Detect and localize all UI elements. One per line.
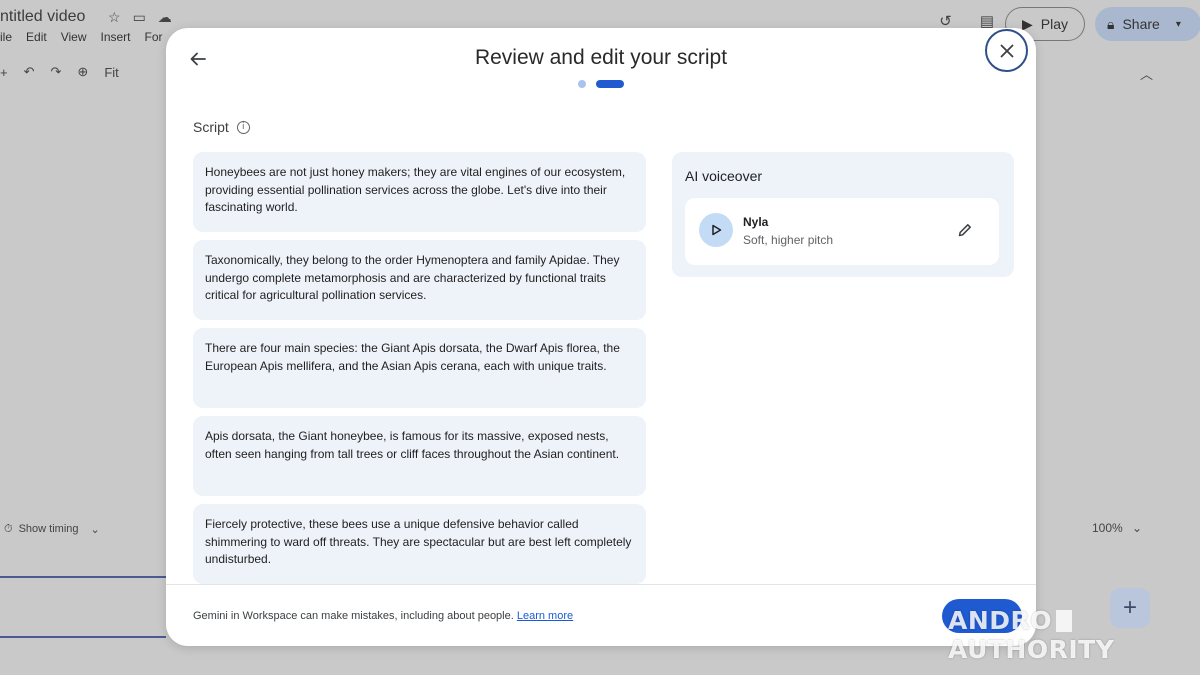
edit-voice-button[interactable] — [957, 222, 975, 240]
pencil-icon — [958, 224, 971, 237]
menu-bar: ile Edit View Insert For — [0, 30, 163, 44]
zoom-fit-label: Fit — [104, 64, 119, 80]
lock-icon: 🔒︎ — [1107, 15, 1115, 32]
zoom-icon: ⊕ — [77, 64, 89, 79]
add-icon: + — [0, 64, 8, 80]
ai-voiceover-panel: AI voiceover Nyla Soft, higher pitch — [672, 152, 1014, 277]
play-icon — [712, 224, 722, 236]
script-section-label: Script i — [193, 119, 250, 135]
timeline-track — [0, 576, 166, 578]
editor-toolbar: + ↶ ↷ ⊕ Fit — [0, 64, 119, 80]
undo-icon: ↶ — [23, 64, 35, 79]
info-icon[interactable]: i — [236, 120, 250, 134]
step-2-indicator-active — [596, 80, 624, 88]
menu-insert: Insert — [100, 30, 131, 44]
chevron-up-icon: ︿ — [1140, 67, 1154, 82]
show-timing-toggle: ⏱ Show timing ⌄ — [4, 522, 100, 536]
step-indicator — [578, 80, 624, 88]
voiceover-title: AI voiceover — [685, 168, 763, 184]
ai-disclaimer: Gemini in Workspace can make mistakes, i… — [193, 610, 574, 622]
script-paragraph[interactable]: There are four main species: the Giant A… — [193, 328, 646, 408]
script-paragraph[interactable]: Apis dorsata, the Giant honeybee, is fam… — [193, 416, 646, 496]
dialog-title: Review and edit your script — [474, 46, 728, 69]
voice-option-card: Nyla Soft, higher pitch — [685, 198, 999, 265]
document-title: ntitled video — [0, 8, 86, 25]
menu-format: For — [144, 30, 163, 44]
redo-icon: ↷ — [50, 64, 62, 79]
timing-icon: ⏱ — [4, 522, 13, 535]
voice-name: Nyla — [743, 215, 769, 229]
timeline-track — [0, 636, 166, 638]
script-paragraph[interactable]: Honeybees are not just honey makers; the… — [193, 152, 646, 232]
star-icon: ☆ — [108, 9, 121, 25]
chevron-down-icon: ⌄ — [1132, 521, 1143, 535]
chevron-down-icon: ▾ — [1175, 18, 1181, 30]
chevron-down-icon: ⌄ — [90, 523, 100, 536]
timeline-zoom: 100% ⌄ — [1092, 521, 1143, 535]
learn-more-link[interactable]: Learn more — [517, 610, 573, 622]
watermark: ANDROAUTHORITY — [948, 606, 1115, 664]
share-button: 🔒︎ Share ▾ — [1095, 7, 1200, 41]
menu-edit: Edit — [26, 30, 47, 44]
voice-preview-button[interactable] — [699, 213, 733, 247]
script-paragraph[interactable]: Taxonomically, they belong to the order … — [193, 240, 646, 320]
review-script-dialog: Review and edit your script Script i Hon… — [166, 28, 1036, 646]
folder-icon: ▭ — [132, 9, 146, 25]
menu-view: View — [60, 30, 87, 44]
close-icon — [1000, 44, 1013, 57]
menu-file: ile — [0, 30, 13, 44]
voice-description: Soft, higher pitch — [743, 233, 834, 247]
script-paragraph[interactable]: Fiercely protective, these bees use a un… — [193, 504, 646, 584]
close-button[interactable] — [985, 29, 1028, 72]
cloud-icon: ☁ — [157, 9, 172, 25]
script-paragraph-list: Honeybees are not just honey makers; the… — [193, 152, 646, 592]
dialog-footer: Gemini in Workspace can make mistakes, i… — [166, 584, 1036, 646]
step-1-indicator — [578, 80, 586, 88]
